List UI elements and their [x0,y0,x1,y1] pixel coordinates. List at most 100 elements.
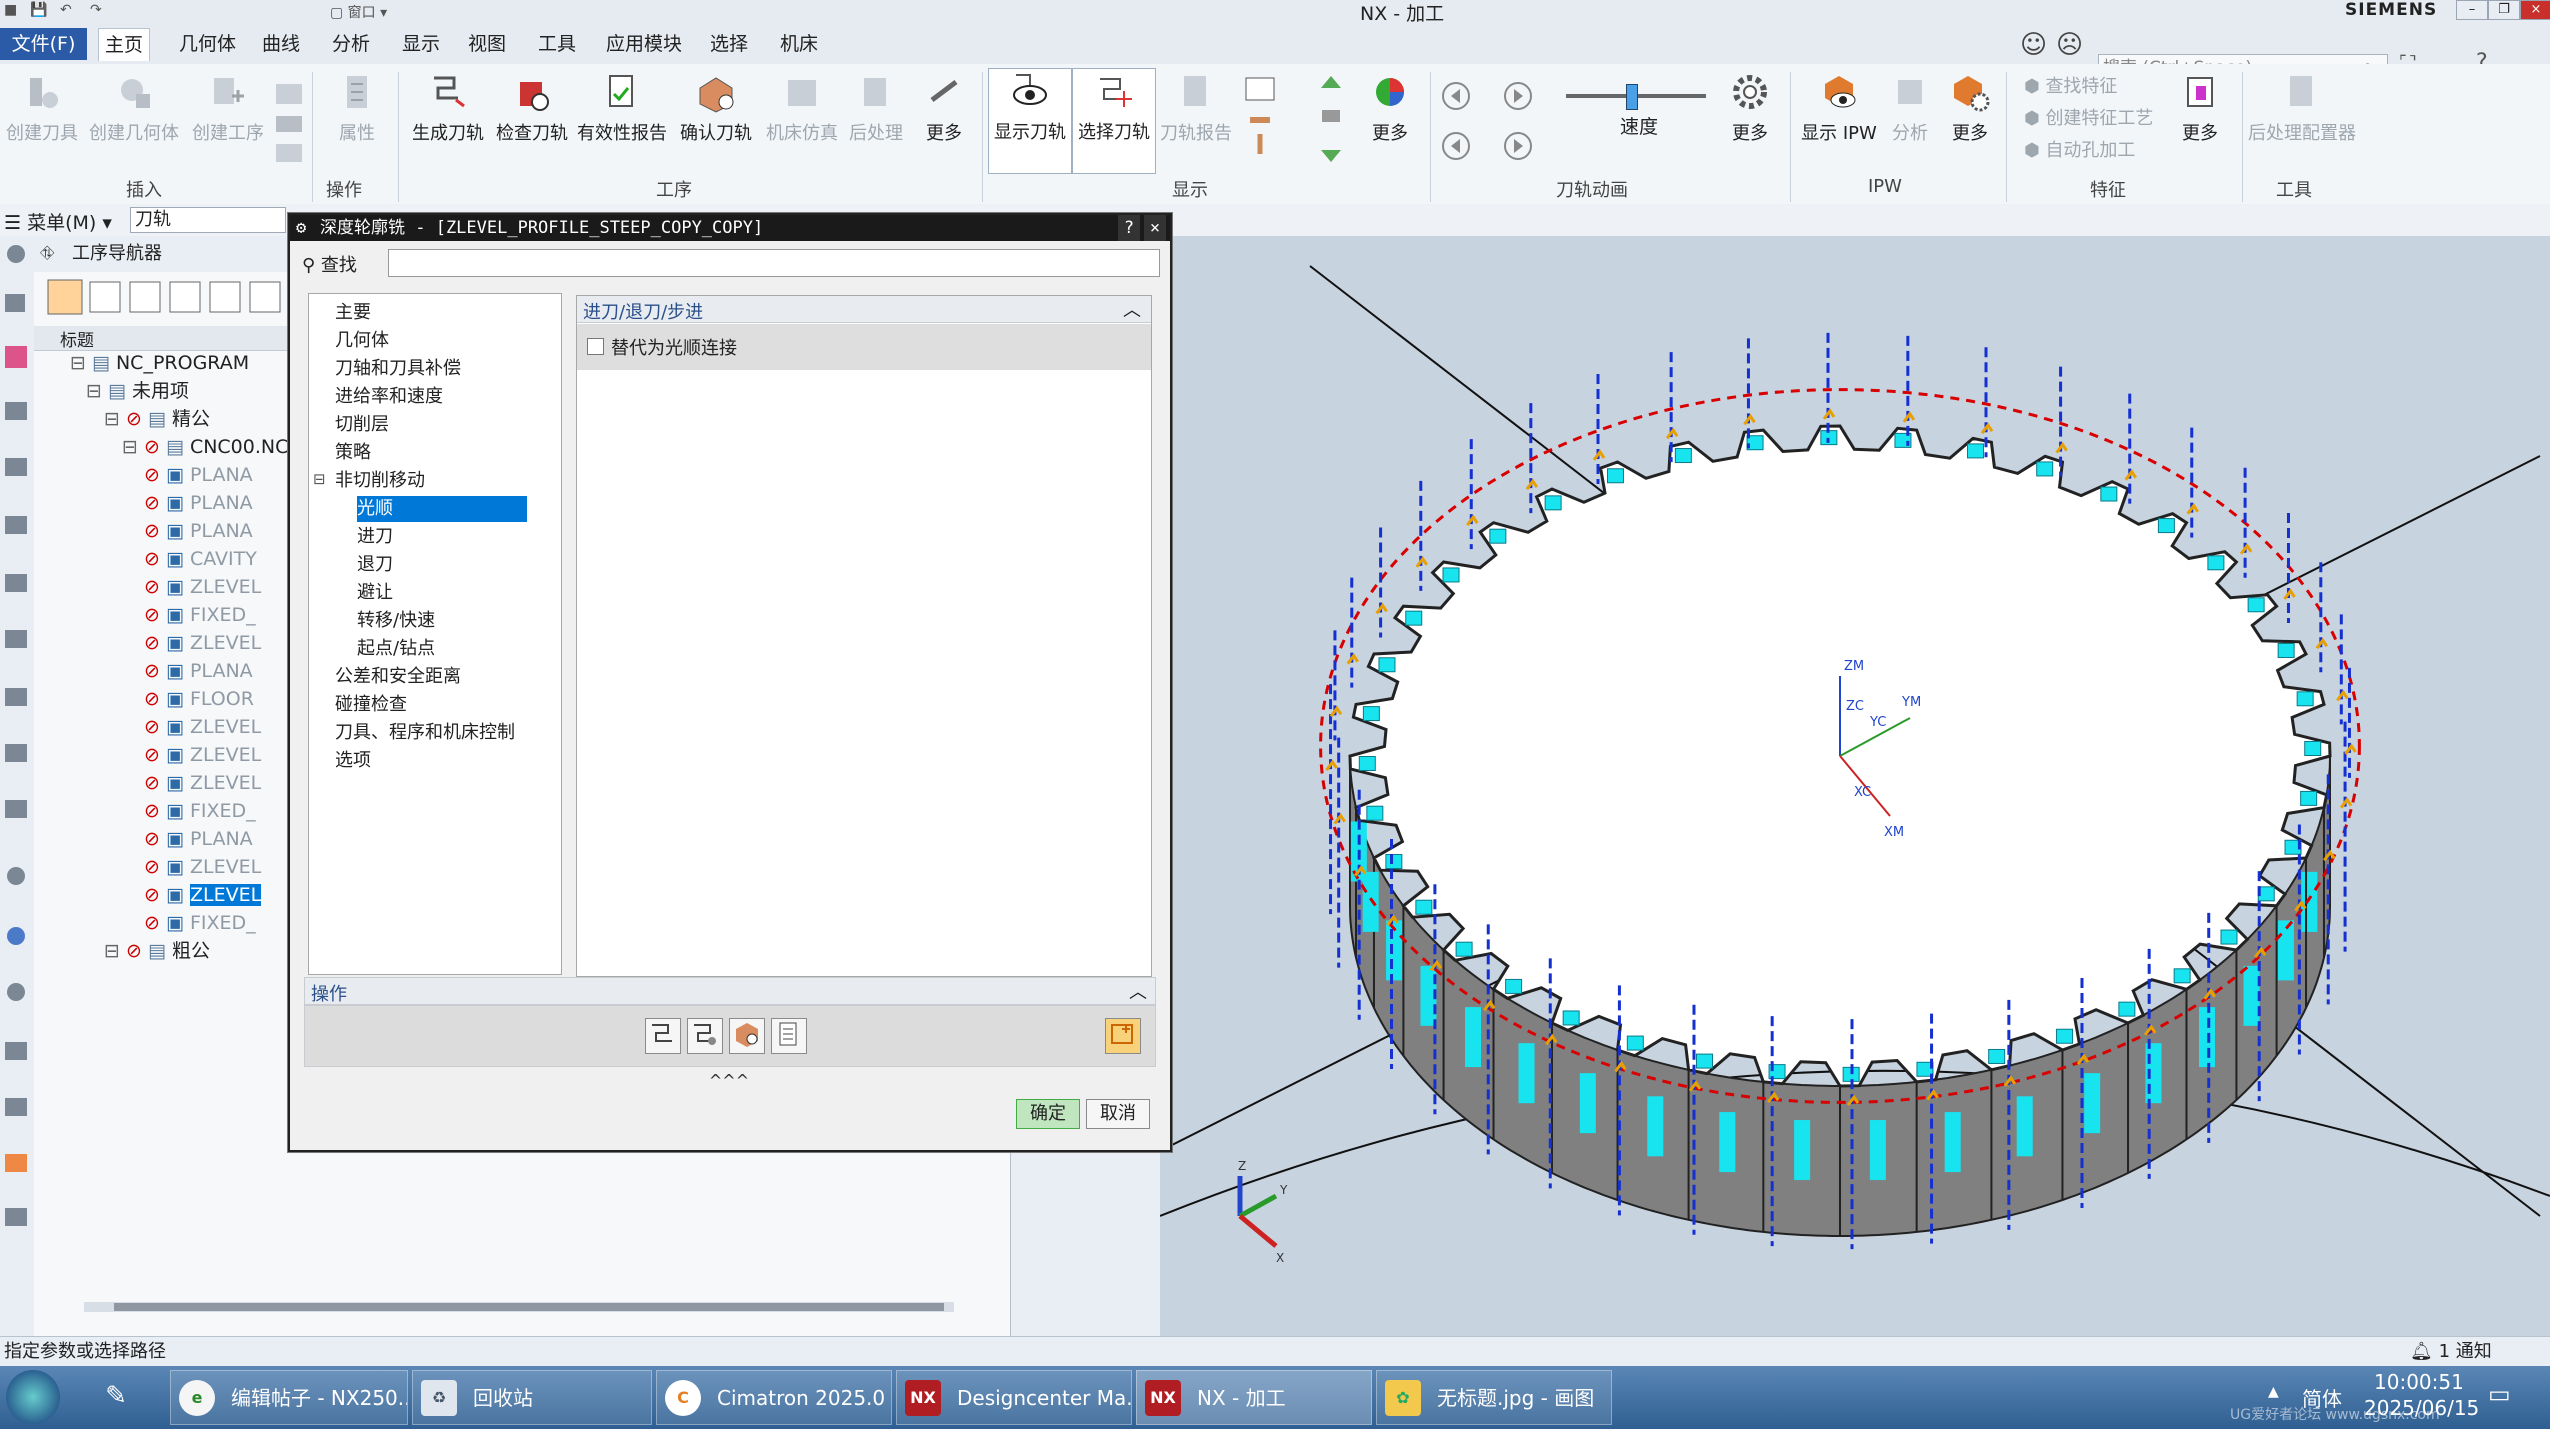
animation-more-button[interactable]: 更多 [1718,70,1782,145]
menu-button[interactable]: ☰ 菜单(M) ▾ [4,208,112,235]
show-ipw-button[interactable]: 显示 IPW [1796,70,1882,145]
category-item[interactable]: 策略 [335,440,371,466]
process-more-button[interactable]: 更多 [912,70,976,145]
taskbar-item-recycle-bin[interactable]: ♻ 回收站 [412,1370,652,1425]
tab-analysis[interactable]: 分析 [326,28,376,60]
scrollbar-thumb[interactable] [114,1303,944,1311]
collapse-icon[interactable]: ︿ [1123,296,1141,322]
expand-more-toggle[interactable]: ^^^ [304,1071,1154,1090]
category-item[interactable]: 转移/快速 [357,608,435,634]
tree-node[interactable]: ⊘ ▣ ZLEVEL [144,630,261,657]
speed-slider-thumb[interactable] [1626,84,1638,110]
tree-node[interactable]: ⊟ ⊘ ▤ 粗公 [104,938,210,965]
minimize-button[interactable]: – [2456,0,2488,20]
category-item[interactable]: 选项 [335,748,371,774]
cancel-button[interactable]: 取消 [1086,1099,1150,1129]
tree-node[interactable]: ⊟ ⊘ ▤ CNC00.NC [122,434,288,461]
properties-button[interactable]: 属性 [322,70,392,145]
create-feature-process-button[interactable]: ⬢ 创建特征工艺 [2024,104,2153,130]
taskbar-item-paint[interactable]: ✿ 无标题.jpg - 画图 [1376,1370,1612,1425]
find-input[interactable] [388,249,1160,277]
taskbar-item-nx[interactable]: NX NX - 加工 [1136,1370,1372,1425]
category-item[interactable]: 公差和安全距离 [335,664,461,690]
tree-node[interactable]: ⊟ ▤ 未用项 [86,378,189,405]
create-tool-button[interactable]: 创建刀具 [2,70,82,145]
expander-icon[interactable]: ⊟ [313,470,326,488]
restore-button[interactable]: ❐ [2488,0,2520,20]
tree-node[interactable]: ⊘ ▣ FIXED_ [144,602,256,629]
tab-file[interactable]: 文件(F) [0,28,87,60]
tree-node[interactable]: ⊘ ▣ PLANA [144,658,253,685]
tab-view[interactable]: 视图 [462,28,512,60]
taskbar-item-browser[interactable]: e 编辑帖子 - NX250... [170,1370,408,1425]
tray-expand-icon[interactable]: ▲ [2268,1384,2279,1400]
smile-icon[interactable]: ☺ [2020,30,2047,60]
horizontal-scrollbar[interactable] [84,1302,954,1312]
tree-node[interactable]: ⊘ ▣ ZLEVEL [144,854,261,881]
taskbar-item-cimatron[interactable]: C Cimatron 2025.0 ... [656,1370,892,1425]
window-menu-icon[interactable]: ▢ 窗口 ▾ [330,2,387,22]
tab-machine[interactable]: 机床 [774,28,824,60]
tree-node[interactable]: ⊘ ▣ FLOOR [144,686,254,713]
tree-node[interactable]: ⊘ ▣ PLANA [144,826,253,853]
dialog-help-button[interactable]: ? [1118,215,1140,241]
pinned-app-icon[interactable]: ✎ [94,1374,138,1418]
dialog-close-button[interactable]: × [1144,215,1166,241]
tab-curve[interactable]: 曲线 [256,28,306,60]
action-center-icon[interactable]: ▭ [2488,1380,2511,1408]
tree-node[interactable]: ⊘ ▣ FIXED_ [144,910,256,937]
tab-home[interactable]: 主页 [98,28,151,61]
tree-node[interactable]: ⊘ ▣ FIXED_ [144,798,256,825]
category-item[interactable]: 碰撞检查 [335,692,407,718]
category-item[interactable]: 退刀 [357,552,393,578]
category-item[interactable]: 刀轴和刀具补偿 [335,356,461,382]
save-icon[interactable]: 💾 [30,2,47,18]
verify-button[interactable] [729,1018,765,1054]
taskbar-item-designcenter[interactable]: NX Designcenter Ma... [896,1370,1132,1425]
navigator-toolbar[interactable] [46,278,296,318]
postprocess-button[interactable]: 后处理 [844,70,908,145]
confirm-toolpath-button[interactable]: 确认刀轨 [674,70,758,145]
tab-tools[interactable]: 工具 [532,28,582,60]
frown-icon[interactable]: ☹ [2056,30,2083,60]
category-item[interactable]: 主要 [335,300,371,326]
category-item[interactable]: 避让 [357,580,393,606]
tab-applications[interactable]: 应用模块 [600,28,688,60]
actions-header[interactable]: 操作 ︿ [304,977,1156,1005]
start-button[interactable] [6,1370,60,1424]
ok-button[interactable]: 确定 [1016,1099,1080,1129]
replay-button[interactable] [687,1018,723,1054]
tree-node[interactable]: ⊘ ▣ CAVITY [144,546,257,573]
tree-node[interactable]: ⊘ ▣ ZLEVEL [144,574,261,601]
display-more-button[interactable]: 更多 [1354,70,1426,145]
category-item[interactable]: 进给率和速度 [335,384,443,410]
category-item[interactable]: 非切削移动 [335,468,425,494]
type-filter-select[interactable]: 刀轨 [130,207,286,233]
category-item[interactable]: 几何体 [335,328,389,354]
machine-simulation-button[interactable]: 机床仿真 [760,70,844,145]
smooth-connect-checkbox[interactable] [587,338,604,355]
find-feature-button[interactable]: ⬢ 查找特征 [2024,72,2117,98]
generate-button[interactable] [645,1018,681,1054]
list-button[interactable] [771,1018,807,1054]
tab-display[interactable]: 显示 [396,28,446,60]
tree-node[interactable]: ⊘ ▣ PLANA [144,490,253,517]
category-item[interactable]: 切削层 [335,412,389,438]
gear-toolpath-scene[interactable]: ZM ZC YM YC XC XM Z Y X [1160,236,2550,1336]
feature-more-button[interactable]: 更多 [2168,70,2232,145]
graphics-window[interactable]: ZM ZC YM YC XC XM Z Y X [1160,236,2550,1336]
tree-node[interactable]: ⊘ ▣ ZLEVEL [144,770,261,797]
tab-selection[interactable]: 选择 [704,28,754,60]
undo-icon[interactable]: ↶ [60,2,72,18]
validity-report-button[interactable]: 有效性报告 [574,70,670,145]
ipw-more-button[interactable]: 更多 [1940,70,2000,145]
toolpath-report-button[interactable]: 刀轨报告 [1156,70,1236,145]
tree-node[interactable]: ⊘ ▣ PLANA [144,518,253,545]
generate-toolpath-button[interactable]: 生成刀轨 [406,70,490,145]
category-item[interactable]: 进刀 [357,524,393,550]
verify-toolpath-button[interactable]: 检查刀轨 [490,70,574,145]
notification-area[interactable]: 🔔︎ 1 通知 [2410,1337,2492,1367]
tree-node[interactable]: ⊘ ▣ ZLEVEL [144,882,262,909]
close-window-button[interactable]: × [2520,0,2550,20]
auto-hole-button[interactable]: ⬢ 自动孔加工 [2024,136,2135,162]
